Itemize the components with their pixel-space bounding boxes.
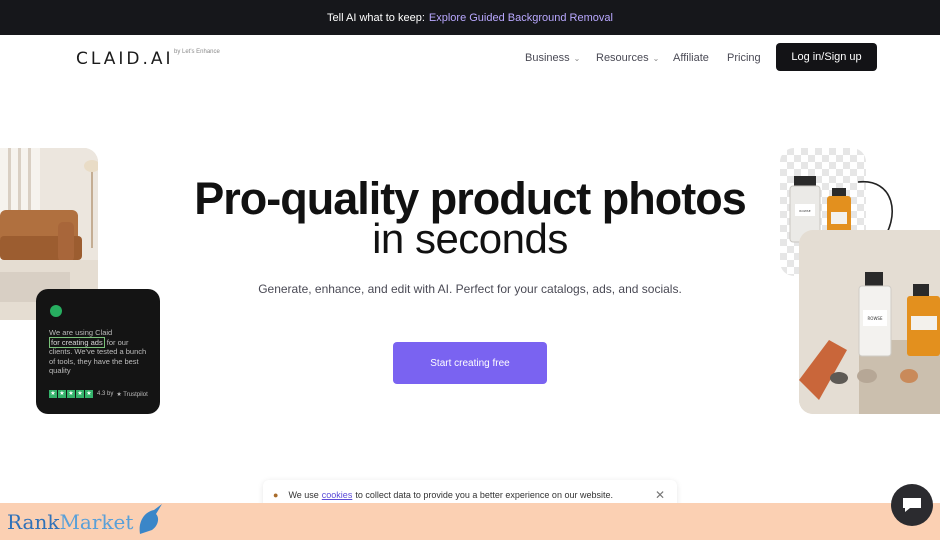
chevron-down-icon: ⌄ [573,54,581,63]
login-signup-button[interactable]: Log in/Sign up [776,43,877,71]
review-text-before: We are using Claid [49,328,113,337]
announcement-banner[interactable]: Tell AI what to keep: Explore Guided Bac… [0,0,940,35]
star-icon: ★ [85,390,93,398]
banner-link[interactable]: Explore Guided Background Removal [429,12,613,24]
nav-item-label: Pricing [727,52,761,64]
chat-button[interactable] [891,484,933,526]
review-card: We are using Claid for creating ads for … [36,289,160,414]
review-highlight: for creating ads [49,336,105,348]
user-icon [50,305,62,317]
nav-item-resources[interactable]: Resources ⌄ [596,52,659,64]
logo[interactable]: CLAID.AI [76,49,174,69]
logo-subtitle: by Let's Enhance [174,49,220,55]
chevron-down-icon: ⌄ [652,54,660,63]
main-nav: CLAID.AI by Let's Enhance Business ⌄ Reso… [0,35,940,81]
start-creating-button[interactable]: Start creating free [393,342,547,384]
cookie-text-after: to collect data to provide you a better … [355,490,613,500]
rating-value: 4.3 by [97,391,114,397]
banner-text: Tell AI what to keep: [327,11,425,24]
nav-item-affiliate[interactable]: Affiliate [673,52,709,64]
unicorn-logo-icon [139,504,162,534]
trustpilot-label: Trustpilot [123,391,148,398]
review-text: We are using Claid for creating ads for … [49,328,153,376]
nav-item-label: Business [525,52,570,64]
nav-item-business[interactable]: Business ⌄ [525,52,580,64]
cookie-text-before: We use [288,490,319,500]
star-icon: ★ [67,390,75,398]
nav-item-label: Resources [596,52,649,64]
star-icon: ★ [58,390,66,398]
bottles-scene-image: ROWSE [799,230,940,414]
nav-item-pricing[interactable]: Pricing [727,52,761,64]
cookies-link[interactable]: cookies [322,490,353,500]
trustpilot-rating: ★ ★ ★ ★ ★ 4.3 by ★ Trustpilot [49,390,148,398]
star-icon: ★ [49,390,57,398]
close-icon[interactable]: ✕ [655,488,665,502]
rankmarket-watermark: RankMarket [7,510,133,534]
svg-text:ROWSE: ROWSE [799,209,810,213]
chat-icon [903,498,921,512]
svg-text:ROWSE: ROWSE [868,316,883,321]
watermark-part1: Rank [7,510,60,534]
trustpilot-logo: ★ Trustpilot [116,391,148,398]
watermark-part2: Market [59,510,134,534]
star-icon: ★ [76,390,84,398]
cookie-icon: ● [273,490,279,500]
nav-item-label: Affiliate [673,52,709,64]
